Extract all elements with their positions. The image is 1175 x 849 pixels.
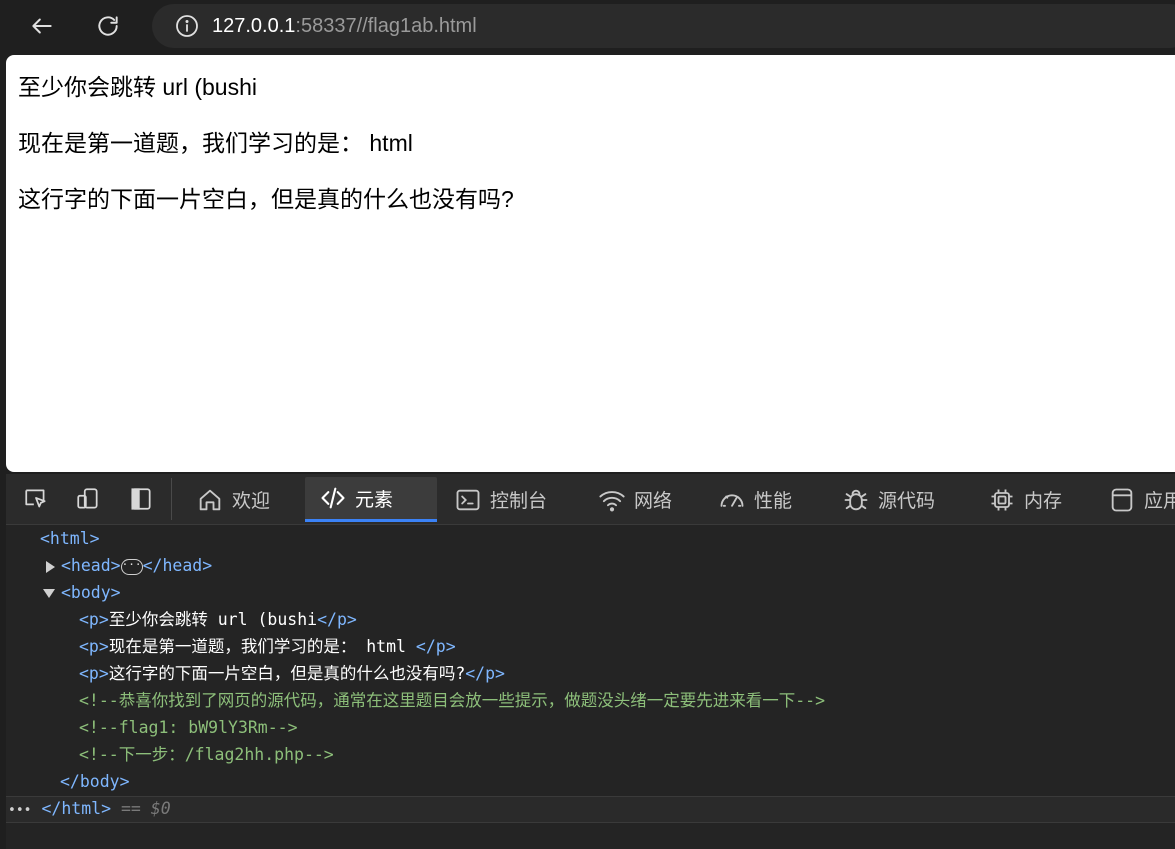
page-viewport: 至少你会跳转 url (bushi 现在是第一道题，我们学习的是： html 这…	[6, 55, 1175, 472]
dom-comment-hint[interactable]: <!--恭喜你找到了网页的源代码，通常在这里题目会放一些提示，做题没头绪一定要先…	[79, 691, 825, 711]
tab-label: 应用	[1144, 490, 1175, 512]
dom-p-2[interactable]: <p>现在是第一道题，我们学习的是： html </p>	[79, 637, 456, 657]
dom-comment-next-step[interactable]: <!--下一步：/flag2hh.php-->	[79, 745, 334, 765]
selected-marker: == $0	[120, 799, 171, 818]
dom-comment-flag1[interactable]: <!--flag1: bW9lY3Rm-->	[79, 718, 298, 738]
tab-label: 欢迎	[232, 490, 271, 512]
wifi-icon	[599, 490, 625, 511]
sidebar-icon	[131, 488, 151, 510]
reload-icon	[98, 16, 118, 36]
tab-application[interactable]: 应用	[1108, 477, 1175, 522]
dom-head-node[interactable]: <head>···</head>	[46, 556, 212, 576]
dom-body-close[interactable]: </body>	[60, 772, 130, 792]
back-button[interactable]	[24, 8, 60, 44]
tab-label: 源代码	[878, 490, 936, 512]
tab-elements[interactable]: 元素	[305, 477, 437, 522]
code-icon	[321, 487, 345, 509]
device-icon	[77, 488, 98, 509]
dom-html-close[interactable]: ••• </html> == $0	[8, 799, 171, 821]
devtools-toolbar: 欢迎 元素 控制台 网络 性能 源代码 内存 应用	[6, 474, 1175, 525]
tab-welcome[interactable]: 欢迎	[196, 477, 270, 522]
info-icon[interactable]	[174, 13, 200, 39]
url-path: :58337//flag1ab.html	[295, 14, 477, 37]
back-arrow-icon	[32, 18, 52, 34]
expand-triangle-icon[interactable]	[46, 560, 55, 573]
reload-button[interactable]	[90, 8, 126, 44]
console-icon	[456, 489, 480, 510]
chip-icon	[991, 489, 1013, 510]
gauge-icon	[720, 493, 744, 507]
page-line-3: 这行字的下面一片空白，但是真的什么也没有吗?	[18, 186, 514, 212]
row-menu-dots[interactable]: •••	[8, 803, 31, 818]
url-host: 127.0.0.1	[212, 14, 296, 37]
collapsed-ellipsis[interactable]: ···	[120, 558, 143, 575]
tab-performance[interactable]: 性能	[718, 477, 792, 522]
tab-sources[interactable]: 源代码	[842, 477, 935, 522]
home-icon	[199, 489, 221, 510]
toolbar-divider	[171, 478, 172, 520]
tab-label: 性能	[754, 490, 793, 512]
inspect-icon	[25, 489, 46, 508]
tab-label: 元素	[355, 488, 394, 511]
tab-label: 内存	[1024, 490, 1063, 512]
toggle-sidebar-button[interactable]	[125, 484, 157, 514]
device-emulation-button[interactable]	[72, 484, 104, 514]
tab-label: 网络	[634, 490, 673, 512]
devtools-panel: 欢迎 元素 控制台 网络 性能 源代码 内存 应用 <html> <head>·…	[6, 474, 1175, 849]
collapse-triangle-icon[interactable]	[43, 589, 55, 598]
bug-icon	[844, 489, 868, 510]
tab-network[interactable]: 网络	[598, 477, 672, 522]
tab-console[interactable]: 控制台	[454, 477, 547, 522]
app-icon	[1111, 488, 1133, 511]
dom-body-open[interactable]: <body>	[43, 583, 121, 603]
page-line-1: 至少你会跳转 url (bushi	[18, 74, 257, 100]
dom-p-3[interactable]: <p>这行字的下面一片空白，但是真的什么也没有吗?</p>	[79, 664, 505, 684]
selected-row[interactable]	[6, 796, 1175, 823]
dom-p-1[interactable]: <p>至少你会跳转 url (bushi</p>	[79, 610, 357, 630]
address-bar[interactable]: 127.0.0.1:58337//flag1ab.html	[152, 4, 1175, 48]
inspect-element-button[interactable]	[20, 484, 52, 514]
tab-label: 控制台	[490, 490, 548, 512]
dom-html-open[interactable]: <html>	[40, 529, 100, 549]
page-line-2: 现在是第一道题，我们学习的是： html	[18, 130, 413, 156]
browser-toolbar: 127.0.0.1:58337//flag1ab.html	[0, 0, 1175, 55]
tab-memory[interactable]: 内存	[988, 477, 1062, 522]
url-text: 127.0.0.1:58337//flag1ab.html	[212, 15, 477, 38]
